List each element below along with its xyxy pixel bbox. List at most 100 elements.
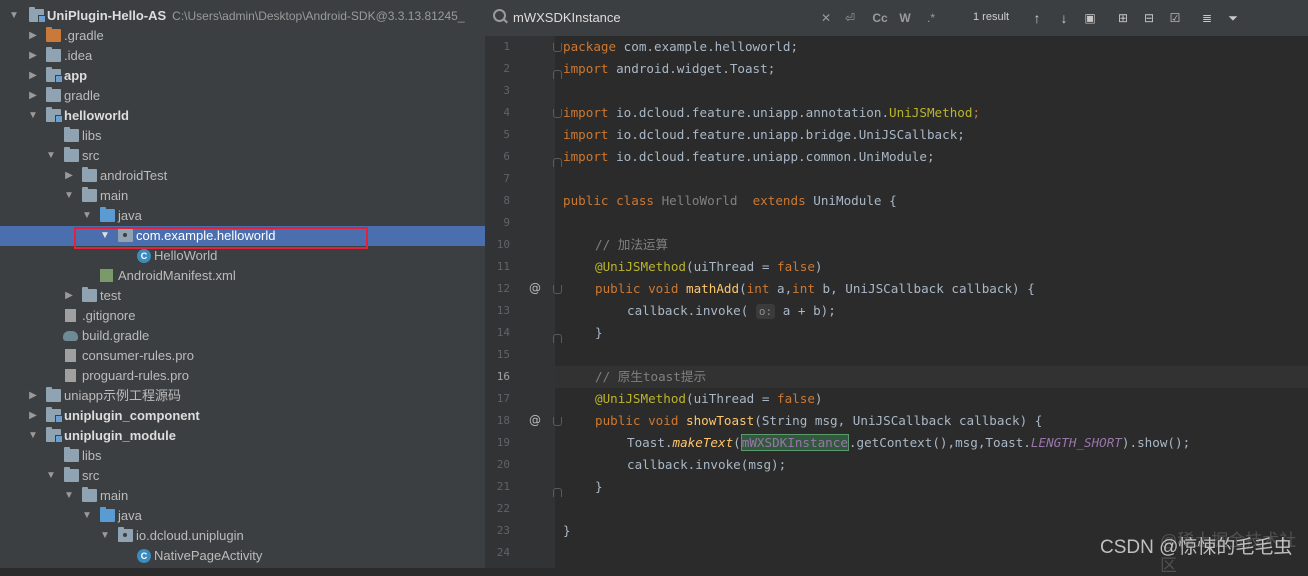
tree-item-src[interactable]: ▼ src [0, 146, 485, 166]
words-button[interactable]: W [897, 9, 913, 27]
code-line-10: // 加法运算 [595, 237, 669, 252]
tree-root-row[interactable]: ▼ UniPlugin-Hello-AS C:\Users\admin\Deskt… [0, 6, 485, 26]
chevron-right-icon[interactable]: ▶ [27, 26, 39, 46]
tree-item-libs[interactable]: libs [0, 126, 485, 146]
tree-item-helloworld-class[interactable]: C HelloWorld [0, 246, 485, 266]
tree-item-label: uniapp示例工程源码 [64, 388, 182, 403]
clear-icon[interactable]: ✕ [819, 9, 833, 27]
line-number: 17 [496, 392, 510, 405]
fold-marker-icon[interactable] [553, 285, 562, 294]
tree-item-java-2[interactable]: ▼ java [0, 506, 485, 526]
fold-marker-icon[interactable] [553, 417, 562, 426]
line-number: 15 [496, 348, 510, 361]
chevron-down-icon[interactable]: ▼ [99, 526, 111, 546]
tree-item-gradle-dir[interactable]: ▶ .gradle [0, 26, 485, 46]
tree-item-manifest[interactable]: AndroidManifest.xml [0, 266, 485, 286]
search-icon[interactable] [493, 9, 506, 22]
search-input[interactable]: mWXSDKInstance [513, 10, 621, 25]
tree-item-proguard-rules[interactable]: proguard-rules.pro [0, 366, 485, 386]
code-line-18: public void showToast(String msg, UniJSC… [595, 413, 1043, 428]
tree-item-label: io.dcloud.uniplugin [136, 528, 244, 543]
tree-item-uniplugin-module[interactable]: ▼ uniplugin_module [0, 426, 485, 446]
tree-item-gradle[interactable]: ▶ gradle [0, 86, 485, 106]
chevron-right-icon[interactable]: ▶ [63, 166, 75, 186]
chevron-down-icon[interactable]: ▼ [81, 206, 93, 226]
tree-item-helloworld[interactable]: ▼ helloworld [0, 106, 485, 126]
fold-marker-icon[interactable] [553, 109, 562, 118]
fold-marker-icon[interactable] [553, 334, 562, 343]
tree-item-main-2[interactable]: ▼ main [0, 486, 485, 506]
chevron-right-icon[interactable]: ▶ [27, 66, 39, 86]
chevron-down-icon[interactable]: ▼ [63, 186, 75, 206]
chevron-down-icon[interactable]: ▼ [27, 106, 39, 126]
line-number: 3 [503, 84, 510, 97]
code-line-13: callback.invoke( o: a + b); [627, 303, 836, 319]
tree-item-nativepageactivity[interactable]: C NativePageActivity [0, 546, 485, 566]
fold-marker-icon[interactable] [553, 158, 562, 167]
tree-item-libs-2[interactable]: libs [0, 446, 485, 466]
code-line-6: import io.dcloud.feature.uniapp.common.U… [563, 149, 935, 164]
select-all-checkbox-icon[interactable]: ☑ [1167, 9, 1183, 27]
remove-occurrence-icon[interactable]: ⊟ [1141, 9, 1157, 27]
filter-icon[interactable]: ⏷ [1225, 9, 1241, 27]
arrow-down-icon[interactable]: ↓ [1057, 9, 1071, 27]
tree-item-package-2[interactable]: ▼ io.dcloud.uniplugin [0, 526, 485, 546]
watermark: CSDN @惊悚的毛毛虫 [1100, 537, 1293, 558]
add-occurrence-icon[interactable]: ⊞ [1115, 9, 1131, 27]
line-number: 7 [503, 172, 510, 185]
module-folder-icon [29, 7, 46, 23]
implements-marker-icon[interactable]: @ [529, 413, 541, 427]
chevron-right-icon[interactable]: ▶ [27, 406, 39, 426]
tree-item-idea[interactable]: ▶ .idea [0, 46, 485, 66]
folder-icon [82, 167, 97, 182]
fold-marker-icon[interactable] [553, 70, 562, 79]
chevron-right-icon[interactable]: ▶ [27, 386, 39, 406]
chevron-right-icon[interactable]: ▶ [63, 286, 75, 306]
filter-lines-icon[interactable]: ≣ [1199, 9, 1215, 27]
tree-item-label: main [100, 188, 129, 203]
chevron-down-icon[interactable]: ▼ [27, 426, 39, 446]
package-icon [118, 527, 133, 542]
highlight-box [74, 227, 368, 249]
tree-item-label: .gradle [64, 28, 104, 43]
line-number: 24 [496, 546, 510, 559]
implements-marker-icon[interactable]: @ [529, 281, 541, 295]
newline-icon[interactable]: ⏎ [842, 9, 858, 27]
chevron-down-icon[interactable]: ▼ [81, 506, 93, 526]
line-number: 20 [496, 458, 510, 471]
chevron-down-icon[interactable]: ▼ [45, 466, 57, 486]
chevron-right-icon[interactable]: ▶ [27, 86, 39, 106]
tree-item-uniplugin-component[interactable]: ▶ uniplugin_component [0, 406, 485, 426]
tree-root-name: UniPlugin-Hello-AS [47, 8, 167, 23]
tree-item-label: uniplugin_module [64, 428, 176, 443]
chevron-down-icon[interactable]: ▼ [63, 486, 75, 506]
class-icon: C [137, 549, 151, 563]
fold-marker-icon[interactable] [553, 488, 562, 497]
tree-item-gitignore[interactable]: .gitignore [0, 306, 485, 326]
chevron-down-icon[interactable]: ▼ [45, 146, 57, 166]
match-case-button[interactable]: Cc [870, 9, 890, 27]
tree-item-consumer-rules[interactable]: consumer-rules.pro [0, 346, 485, 366]
tree-item-src-2[interactable]: ▼ src [0, 466, 485, 486]
file-icon [65, 369, 76, 382]
tree-item-build-gradle[interactable]: build.gradle [0, 326, 485, 346]
tree-item-java[interactable]: ▼ java [0, 206, 485, 226]
chevron-down-icon[interactable]: ▼ [8, 6, 20, 26]
chevron-right-icon[interactable]: ▶ [27, 46, 39, 66]
tree-item-test[interactable]: ▶ test [0, 286, 485, 306]
tree-item-label: java [118, 208, 142, 223]
tree-item-main[interactable]: ▼ main [0, 186, 485, 206]
code-line-11: @UniJSMethod(uiThread = false) [595, 259, 823, 274]
folder-icon [46, 47, 61, 62]
arrow-up-icon[interactable]: ↑ [1030, 9, 1044, 27]
line-number: 6 [503, 150, 510, 163]
file-icon [65, 309, 76, 322]
regex-button[interactable]: .* [923, 9, 939, 27]
project-tree-panel: ▼ UniPlugin-Hello-AS C:\Users\admin\Deskt… [0, 0, 485, 568]
tree-item-androidtest[interactable]: ▶ androidTest [0, 166, 485, 186]
tree-item-uniapp-source[interactable]: ▶ uniapp示例工程源码 [0, 386, 485, 406]
tree-item-app[interactable]: ▶ app [0, 66, 485, 86]
select-all-occurrences-icon[interactable]: ▣ [1083, 9, 1097, 27]
fold-marker-icon[interactable] [553, 43, 562, 52]
line-number: 1 [503, 40, 510, 53]
